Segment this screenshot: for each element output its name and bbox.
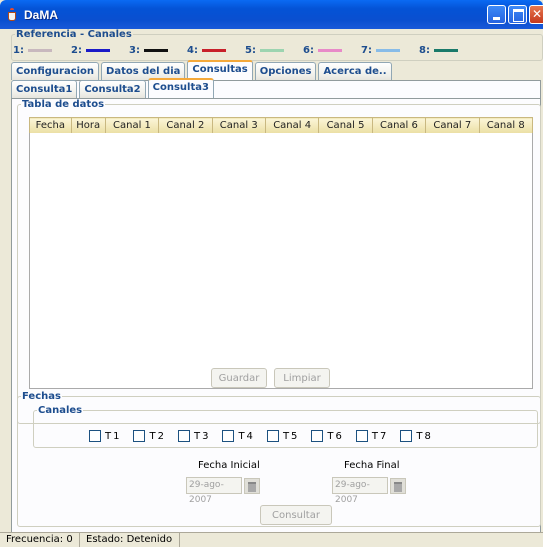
checkbox-label: T4 xyxy=(238,430,255,442)
channel-color-swatch xyxy=(259,49,284,52)
channel-ref-label: 7: xyxy=(361,45,372,56)
canales-legend: Canales xyxy=(38,405,83,416)
consultar-button[interactable]: Consultar xyxy=(260,505,332,525)
limpiar-button[interactable]: Limpiar xyxy=(274,368,330,388)
column-header[interactable]: Canal 7 xyxy=(425,117,480,134)
checkbox-label: T8 xyxy=(416,430,433,442)
column-header[interactable]: Canal 4 xyxy=(264,117,320,134)
main-area: Referencia - Canales 1: 2: 3: 4: 5: 6: 7: 8: Co… xyxy=(3,29,543,547)
channel-ref-5: 5: xyxy=(245,45,303,56)
column-header[interactable]: Canal 1 xyxy=(104,117,160,134)
checkbox-t2[interactable]: T2 xyxy=(133,430,165,442)
consulta-subtabs: Consulta1 Consulta2 Consulta3 xyxy=(11,78,216,98)
close-button[interactable] xyxy=(529,5,543,24)
estado-status: Estado: Detenido xyxy=(80,533,180,547)
checkbox-t1[interactable]: T1 xyxy=(89,430,121,442)
column-header[interactable]: Fecha xyxy=(29,117,72,134)
checkbox-label: T2 xyxy=(149,430,166,442)
channel-ref-3: 3: xyxy=(129,45,187,56)
column-header[interactable]: Canal 2 xyxy=(158,117,213,134)
checkbox-box[interactable] xyxy=(222,430,235,442)
channel-reference-list: 1: 2: 3: 4: 5: 6: 7: 8: xyxy=(13,45,477,56)
data-table-body[interactable] xyxy=(29,133,533,389)
checkbox-t7[interactable]: T7 xyxy=(355,430,389,442)
checkbox-box[interactable] xyxy=(177,430,190,442)
fecha-final-input[interactable]: 29-ago-2007 xyxy=(332,477,388,505)
fecha-final-label: Fecha Final xyxy=(344,460,400,471)
guardar-button[interactable]: Guardar xyxy=(211,368,267,388)
tabla-legend: Tabla de datos xyxy=(22,99,105,110)
channel-ref-label: 8: xyxy=(419,45,430,56)
channel-ref-4: 4: xyxy=(187,45,245,56)
fecha-inicial-label: Fecha Inicial xyxy=(198,460,260,471)
column-header[interactable]: Hora xyxy=(70,117,106,134)
column-header[interactable]: Canal 6 xyxy=(371,117,427,134)
channel-color-swatch xyxy=(27,49,52,52)
calendar-icon[interactable] xyxy=(390,477,406,494)
checkbox-box[interactable] xyxy=(133,430,146,442)
channel-ref-label: 6: xyxy=(303,45,314,56)
title-bar[interactable]: DaMA xyxy=(0,0,543,29)
minimize-button[interactable] xyxy=(487,5,506,24)
window-title: DaMA xyxy=(24,7,59,22)
status-bar: Frecuencia: 0 Estado: Detenido xyxy=(0,532,543,547)
checkbox-box[interactable] xyxy=(355,430,368,442)
checkbox-t6[interactable]: T6 xyxy=(311,430,343,442)
tab-consultas[interactable]: Consultas xyxy=(187,60,253,80)
channel-color-swatch xyxy=(143,49,168,52)
tab-consulta2[interactable]: Consulta2 xyxy=(79,80,146,98)
app-coffee-icon xyxy=(6,7,20,22)
fecha-inicial-field[interactable]: 29-ago-2007 xyxy=(186,477,260,505)
checkbox-label: T5 xyxy=(282,430,300,442)
channel-ref-1: 1: xyxy=(13,45,71,56)
fecha-final-field[interactable]: 29-ago-2007 xyxy=(332,477,406,505)
channel-ref-8: 8: xyxy=(419,45,477,56)
checkbox-label: T1 xyxy=(105,430,122,442)
channel-ref-7: 7: xyxy=(361,45,419,56)
data-table: Fecha Hora Canal 1 Canal 2 Canal 3 Canal 4 Can… xyxy=(29,117,534,134)
checkbox-label: T3 xyxy=(193,430,211,442)
checkbox-t4[interactable]: T4 xyxy=(222,430,254,442)
checkbox-label: T7 xyxy=(371,430,389,442)
channel-ref-6: 6: xyxy=(303,45,361,56)
checkbox-box[interactable] xyxy=(266,430,279,442)
channel-ref-label: 3: xyxy=(129,45,140,56)
frecuencia-status: Frecuencia: 0 xyxy=(0,533,80,547)
tab-acerca-de[interactable]: Acerca de.. xyxy=(318,62,392,80)
channel-color-swatch xyxy=(433,49,458,52)
channel-checkboxes: T1 T2 T3 T4 T5 T6 T7 T8 xyxy=(89,430,445,442)
channel-ref-label: 5: xyxy=(245,45,256,56)
checkbox-box[interactable] xyxy=(311,430,324,442)
tab-consulta1[interactable]: Consulta1 xyxy=(11,80,78,98)
channel-ref-label: 1: xyxy=(13,45,24,56)
maximize-button[interactable] xyxy=(508,5,527,24)
column-header[interactable]: Canal 3 xyxy=(211,117,266,134)
channel-color-swatch xyxy=(317,49,342,52)
checkbox-box[interactable] xyxy=(400,430,413,442)
channel-ref-label: 2: xyxy=(71,45,82,56)
channel-ref-2: 2: xyxy=(71,45,129,56)
checkbox-label: T6 xyxy=(327,430,344,442)
checkbox-box[interactable] xyxy=(89,430,101,442)
referencia-legend: Referencia - Canales xyxy=(16,29,132,40)
calendar-icon[interactable] xyxy=(244,477,260,494)
tab-opciones[interactable]: Opciones xyxy=(254,62,317,80)
checkbox-t3[interactable]: T3 xyxy=(177,430,211,442)
fechas-legend: Fechas xyxy=(22,391,61,402)
channel-color-swatch xyxy=(85,49,110,52)
channel-ref-label: 4: xyxy=(187,45,198,56)
column-header[interactable]: Canal 5 xyxy=(318,117,373,134)
tab-configuracion[interactable]: Configuracion xyxy=(11,62,100,80)
checkbox-t5[interactable]: T5 xyxy=(266,430,300,442)
channel-color-swatch xyxy=(201,49,226,52)
tab-consulta3[interactable]: Consulta3 xyxy=(147,78,214,98)
column-header[interactable]: Canal 8 xyxy=(478,117,534,134)
checkbox-t8[interactable]: T8 xyxy=(400,430,432,442)
channel-color-swatch xyxy=(375,49,400,52)
fecha-inicial-input[interactable]: 29-ago-2007 xyxy=(186,477,242,505)
